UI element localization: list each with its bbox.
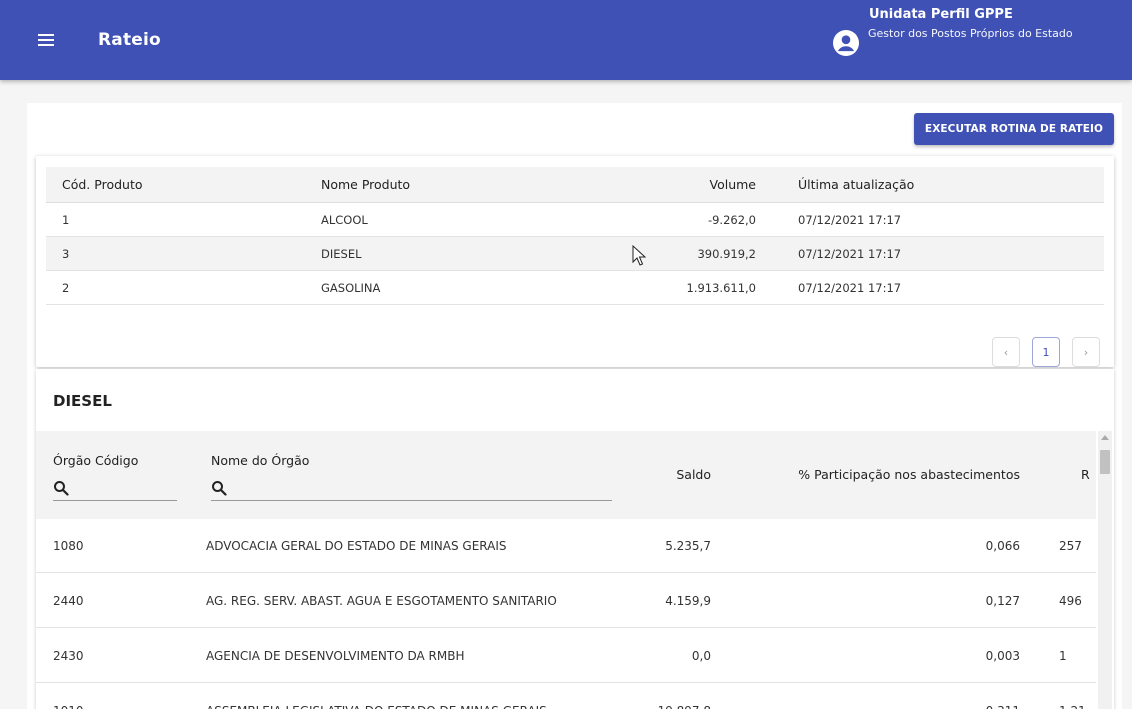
table-row[interactable]: 1 ALCOOL -9.262,0 07/12/2021 17:17 — [46, 203, 1104, 237]
column-header-code[interactable]: Cód. Produto — [62, 167, 143, 202]
products-card: Cód. Produto Nome Produto Volume Última … — [36, 156, 1114, 367]
org-participation: 0,127 — [985, 593, 1020, 608]
column-header-org-code[interactable]: Órgão Código — [53, 453, 138, 468]
org-code-filter[interactable] — [53, 475, 177, 501]
main-content: EXECUTAR ROTINA DE RATEIO Cód. Produto N… — [27, 103, 1122, 709]
org-name: ADVOCACIA GERAL DO ESTADO DE MINAS GERAI… — [206, 538, 507, 553]
org-name: ASSEMBLEIA LEGISLATIVA DO ESTADO DE MINA… — [206, 684, 547, 709]
table-row[interactable]: 3 DIESEL 390.919,2 07/12/2021 17:17 — [46, 237, 1104, 271]
org-next-col: 1.21 — [1059, 684, 1086, 709]
org-code: 1080 — [53, 538, 84, 553]
menu-icon[interactable] — [34, 29, 60, 51]
page-button-current[interactable]: 1 — [1032, 337, 1060, 367]
org-name: AGENCIA DE DESENVOLVIMENTO DA RMBH — [206, 648, 465, 663]
app-bar: Rateio Unidata Perfil GPPE Gestor dos Po… — [0, 0, 1132, 80]
org-saldo: 4.159,9 — [665, 593, 711, 608]
table-row[interactable]: 1080 ADVOCACIA GERAL DO ESTADO DE MINAS … — [36, 519, 1096, 573]
org-code-input[interactable] — [75, 477, 175, 499]
vertical-scrollbar[interactable] — [1098, 431, 1112, 709]
column-header-participation[interactable]: % Participação nos abastecimentos — [773, 467, 1020, 482]
product-code: 1 — [62, 212, 70, 227]
product-name: ALCOOL — [321, 212, 368, 227]
user-profile[interactable]: Unidata Perfil GPPE Gestor dos Postos Pr… — [822, 6, 1122, 66]
org-next-col: 496 — [1059, 593, 1082, 608]
product-updated: 07/12/2021 17:17 — [798, 212, 902, 227]
page-title: Rateio — [98, 30, 161, 50]
product-name: DIESEL — [321, 246, 362, 261]
org-code: 2430 — [53, 648, 84, 663]
org-saldo: 0,0 — [691, 648, 711, 663]
product-updated: 07/12/2021 17:17 — [798, 246, 902, 261]
column-header-org-name[interactable]: Nome do Órgão — [211, 453, 309, 468]
table-header-row: Cód. Produto Nome Produto Volume Última … — [46, 167, 1104, 203]
user-name: Unidata Perfil GPPE — [869, 7, 1013, 22]
org-saldo: 5.235,7 — [665, 538, 711, 553]
table-header-row: Órgão Código Nome do Órgão Saldo % Parti… — [36, 431, 1096, 519]
user-role: Gestor dos Postos Próprios do Estado — [868, 27, 1073, 40]
scroll-up-arrow-icon[interactable] — [1101, 435, 1109, 440]
table-row[interactable]: 2440 AG. REG. SERV. ABAST. AGUA E ESGOTA… — [36, 574, 1096, 628]
org-next-col: 257 — [1059, 538, 1082, 553]
column-header-saldo[interactable]: Saldo — [666, 467, 711, 482]
org-next-col: 1 — [1059, 648, 1067, 663]
org-code: 1010 — [53, 684, 84, 709]
table-row[interactable]: 2 GASOLINA 1.913.611,0 07/12/2021 17:17 — [46, 271, 1104, 305]
org-name-filter[interactable] — [211, 475, 612, 501]
org-saldo: 19.897,8 — [596, 684, 711, 709]
search-icon — [212, 481, 227, 496]
table-row[interactable]: 2430 AGENCIA DE DESENVOLVIMENTO DA RMBH … — [36, 629, 1096, 683]
section-title: DIESEL — [53, 392, 112, 410]
distribution-table: Órgão Código Nome do Órgão Saldo % Parti… — [36, 431, 1096, 709]
execute-rateio-button[interactable]: EXECUTAR ROTINA DE RATEIO — [914, 113, 1114, 145]
org-participation: 0,311 — [776, 684, 1020, 709]
column-header-truncated[interactable]: R — [1081, 467, 1090, 482]
account-circle-icon — [833, 30, 859, 56]
next-page-button[interactable]: › — [1072, 337, 1100, 367]
product-volume: -9.262,0 — [707, 212, 756, 227]
org-name-input[interactable] — [233, 477, 603, 499]
scroll-thumb[interactable] — [1100, 450, 1110, 474]
search-icon — [54, 481, 69, 496]
pagination: ‹ 1 › — [990, 337, 1100, 367]
product-code: 2 — [62, 280, 70, 295]
org-participation: 0,066 — [985, 538, 1020, 553]
column-header-updated[interactable]: Última atualização — [798, 167, 914, 202]
previous-page-button[interactable]: ‹ — [992, 337, 1020, 367]
table-row[interactable]: 1010 ASSEMBLEIA LEGISLATIVA DO ESTADO DE… — [36, 684, 1096, 709]
diesel-section: DIESEL Órgão Código Nome do Órgão Saldo … — [36, 369, 1114, 709]
column-header-name[interactable]: Nome Produto — [321, 167, 410, 202]
product-volume: 390.919,2 — [697, 246, 756, 261]
org-code: 2440 — [53, 593, 84, 608]
product-code: 3 — [62, 246, 70, 261]
product-name: GASOLINA — [321, 280, 381, 295]
column-header-volume[interactable]: Volume — [596, 167, 757, 202]
org-name: AG. REG. SERV. ABAST. AGUA E ESGOTAMENTO… — [206, 593, 557, 608]
product-updated: 07/12/2021 17:17 — [798, 280, 902, 295]
mouse-cursor-icon — [632, 245, 646, 266]
products-table: Cód. Produto Nome Produto Volume Última … — [46, 167, 1104, 305]
org-participation: 0,003 — [985, 648, 1020, 663]
product-volume: 1.913.611,0 — [686, 280, 757, 295]
